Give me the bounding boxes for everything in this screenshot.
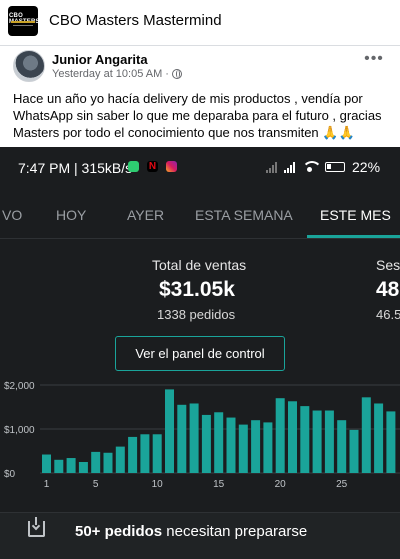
chart-bar[interactable] [288,401,297,473]
chart-bar[interactable] [152,434,162,473]
chart-bar[interactable] [91,451,101,473]
chart-bar[interactable] [115,446,125,473]
chart-bar[interactable] [214,412,224,473]
chart-bar[interactable] [386,411,396,473]
author-name[interactable]: Junior Angarita [52,52,148,67]
meta-separator: · [165,68,169,80]
chart-bar[interactable] [189,403,199,473]
chart-bar[interactable] [251,420,261,473]
netflix-icon: N [147,161,158,172]
globe-icon [171,69,182,79]
period-tabs: VO HOY AYER ESTA SEMANA ESTE MES [0,197,400,239]
orders-count: 1338 pedidos [157,307,236,322]
chart-bar[interactable] [201,414,211,473]
post-timestamp[interactable]: Yesterday at 10:05 AM [52,68,162,80]
chart-bar[interactable] [78,462,88,473]
chart-bar[interactable] [275,398,285,473]
chart-bar[interactable] [349,429,359,473]
y-tick-label: $0 [4,469,16,480]
x-tick-label: 15 [213,479,225,490]
logo-stripe [13,25,33,26]
x-tick-label: 10 [152,479,164,490]
status-time: 7:47 PM | 315kB/s [18,160,133,176]
wifi-icon [302,161,322,173]
sessions-label: Ses [376,257,400,273]
chart-bar[interactable] [263,422,273,473]
chart-bar[interactable] [103,452,113,473]
total-sales-value: $31.05k [159,278,235,301]
instagram-icon [166,161,177,172]
author-avatar[interactable] [13,50,45,82]
more-dots-icon[interactable]: ••• [362,51,386,70]
y-tick-label: $1,000 [4,425,35,436]
chart-bar[interactable] [42,454,51,473]
tab-this-week[interactable]: ESTA SEMANA [195,207,293,223]
chart-bar[interactable] [300,406,310,473]
phone-status-bar: 7:47 PM | 315kB/s N 22% [0,147,400,185]
x-tick-label: 1 [44,479,50,490]
chart-bar[interactable] [361,397,371,473]
group-logo[interactable]: CBO MASTERS [8,6,38,36]
battery-level: 22% [352,159,381,175]
x-tick-label: 20 [275,479,287,490]
group-name[interactable]: CBO Masters Mastermind [49,12,222,29]
chart-bar[interactable] [54,459,64,473]
chart-bar[interactable] [374,403,384,473]
chart-bar[interactable] [140,434,150,473]
tab-this-month[interactable]: ESTE MES [320,207,391,223]
chart-bar[interactable] [165,389,174,473]
orders-to-prepare-text: 50+ pedidos necesitan prepararse [75,523,308,540]
post-meta: Yesterday at 10:05 AM · [52,68,182,80]
tab-previous[interactable]: VO [2,207,22,223]
chart-bar[interactable] [238,424,248,473]
chart-bar[interactable] [128,436,138,473]
total-sales-label: Total de ventas [152,257,247,273]
sales-bar-chart: $2,000$1,000$01 5 10 15 20 25 [4,381,400,490]
tab-yesterday[interactable]: AYER [127,207,164,223]
chart-bar[interactable] [66,458,76,473]
sessions-sub: 46.5 [376,307,400,322]
chart-bar[interactable] [312,410,322,473]
chart-bar[interactable] [226,417,236,473]
group-header: CBO MASTERS CBO Masters Mastermind [0,0,400,46]
sessions-value: 48 [376,278,400,301]
tab-today[interactable]: HOY [56,207,86,223]
post-image[interactable]: 7:47 PM | 315kB/s N 22% VO HOY AYER ESTA… [0,147,400,559]
orders-to-prepare-row[interactable]: 50+ pedidos necesitan prepararse [0,513,400,559]
x-tick-label: 25 [336,479,348,490]
dashboard-button[interactable]: Ver el panel de control [115,336,285,371]
post-text: Hace un año yo hacía delivery de mis pro… [13,91,382,140]
whatsapp-icon [128,161,139,172]
signal-icon [284,161,295,173]
signal-icon [266,161,277,173]
y-tick-label: $2,000 [4,381,35,392]
chart-bar[interactable] [337,420,347,473]
chart-bar[interactable] [177,404,187,473]
inbox-download-icon [28,517,45,537]
logo-stripe [11,21,35,23]
battery-icon [325,162,345,172]
status-icons: 22% [266,159,380,175]
x-tick-label: 5 [93,479,99,490]
chart-bar[interactable] [324,410,334,473]
group-logo-text: CBO MASTERS [9,13,38,25]
divider [0,238,400,239]
